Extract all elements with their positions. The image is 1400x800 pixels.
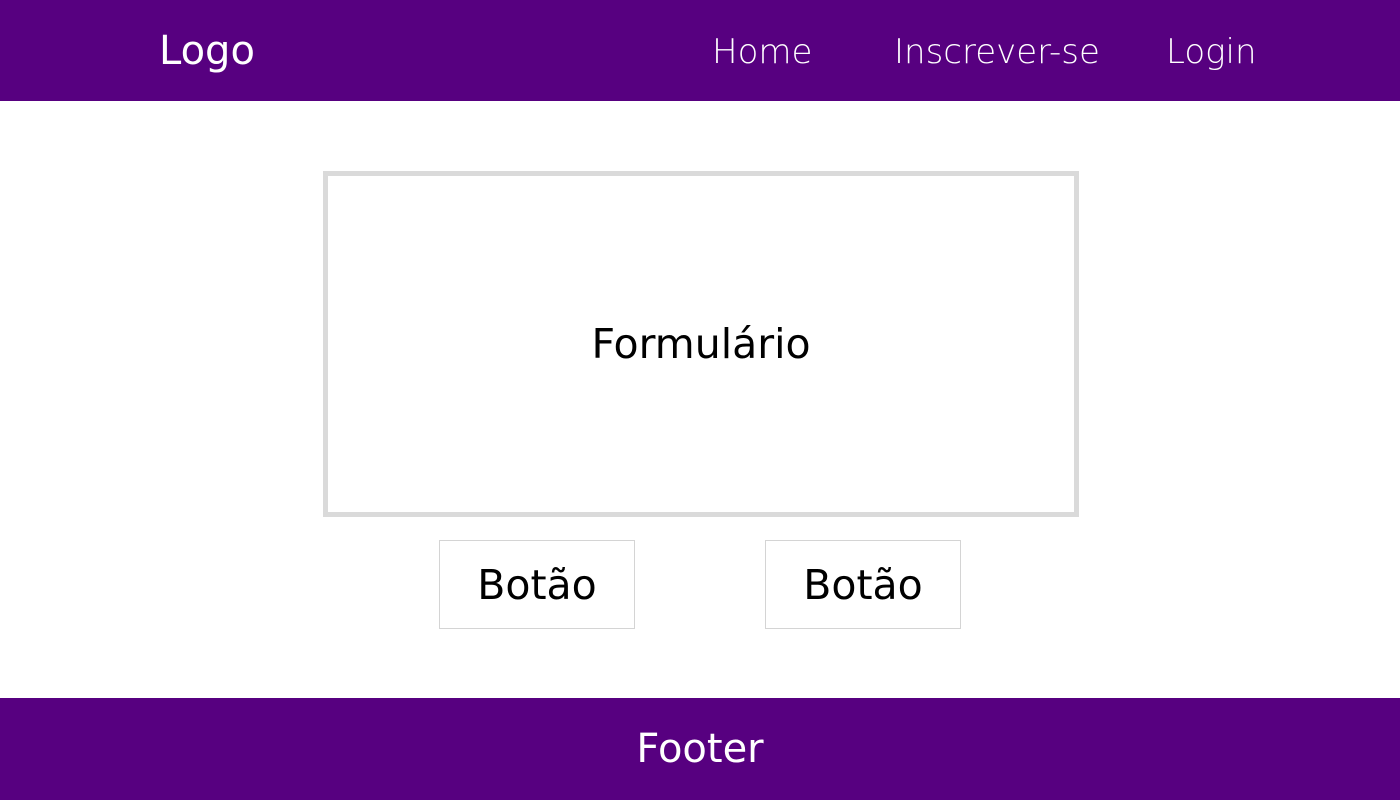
nav-link-login[interactable]: Login: [1166, 30, 1257, 74]
form-label: Formulário: [591, 320, 811, 368]
button-2[interactable]: Botão: [765, 540, 961, 629]
footer-label: Footer: [636, 726, 764, 772]
logo[interactable]: Logo: [159, 24, 255, 78]
nav-link-signup[interactable]: Inscrever-se: [894, 30, 1100, 74]
site-header: Logo Home Inscrever-se Login: [0, 0, 1400, 101]
site-footer: Footer: [0, 698, 1400, 800]
nav-link-home[interactable]: Home: [712, 30, 812, 74]
form-placeholder[interactable]: Formulário: [323, 171, 1079, 517]
button-1[interactable]: Botão: [439, 540, 635, 629]
